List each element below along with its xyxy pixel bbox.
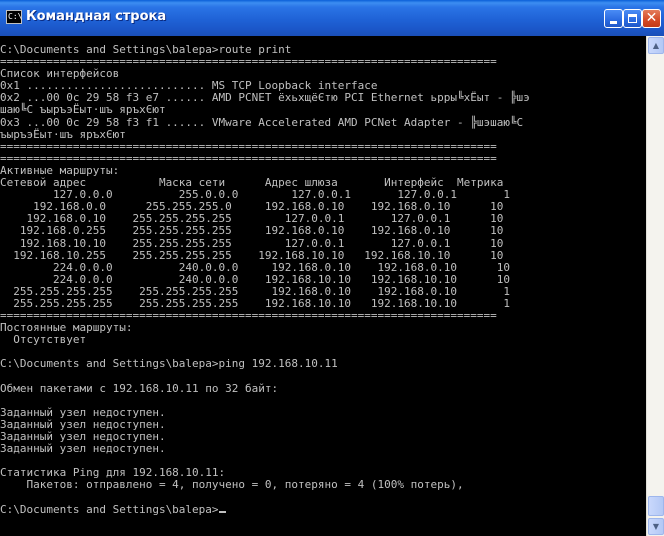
minimize-button[interactable] xyxy=(604,9,623,28)
close-button[interactable]: ✕ xyxy=(642,9,661,28)
console-output[interactable]: C:\Documents and Settings\balepa>route p… xyxy=(0,36,646,536)
close-icon: ✕ xyxy=(645,10,658,26)
cmd-icon[interactable]: C:\ xyxy=(6,10,22,24)
window-title: Командная строка xyxy=(26,9,167,24)
scroll-up-arrow-icon[interactable]: ▲ xyxy=(648,37,664,54)
minimize-icon xyxy=(610,21,617,24)
console-window: C:\ Командная строка ✕ C:\Documents and … xyxy=(0,0,664,536)
maximize-icon xyxy=(628,14,637,23)
text-cursor xyxy=(218,510,226,513)
scroll-down-arrow-icon[interactable]: ▼ xyxy=(648,518,664,535)
maximize-button[interactable] xyxy=(623,9,642,28)
title-bar[interactable]: C:\ Командная строка ✕ xyxy=(0,0,664,36)
vertical-scrollbar[interactable]: ▲ ▼ xyxy=(646,36,664,536)
scrollbar-thumb[interactable] xyxy=(648,496,664,516)
console-text: C:\Documents and Settings\balepa>route p… xyxy=(0,43,530,516)
